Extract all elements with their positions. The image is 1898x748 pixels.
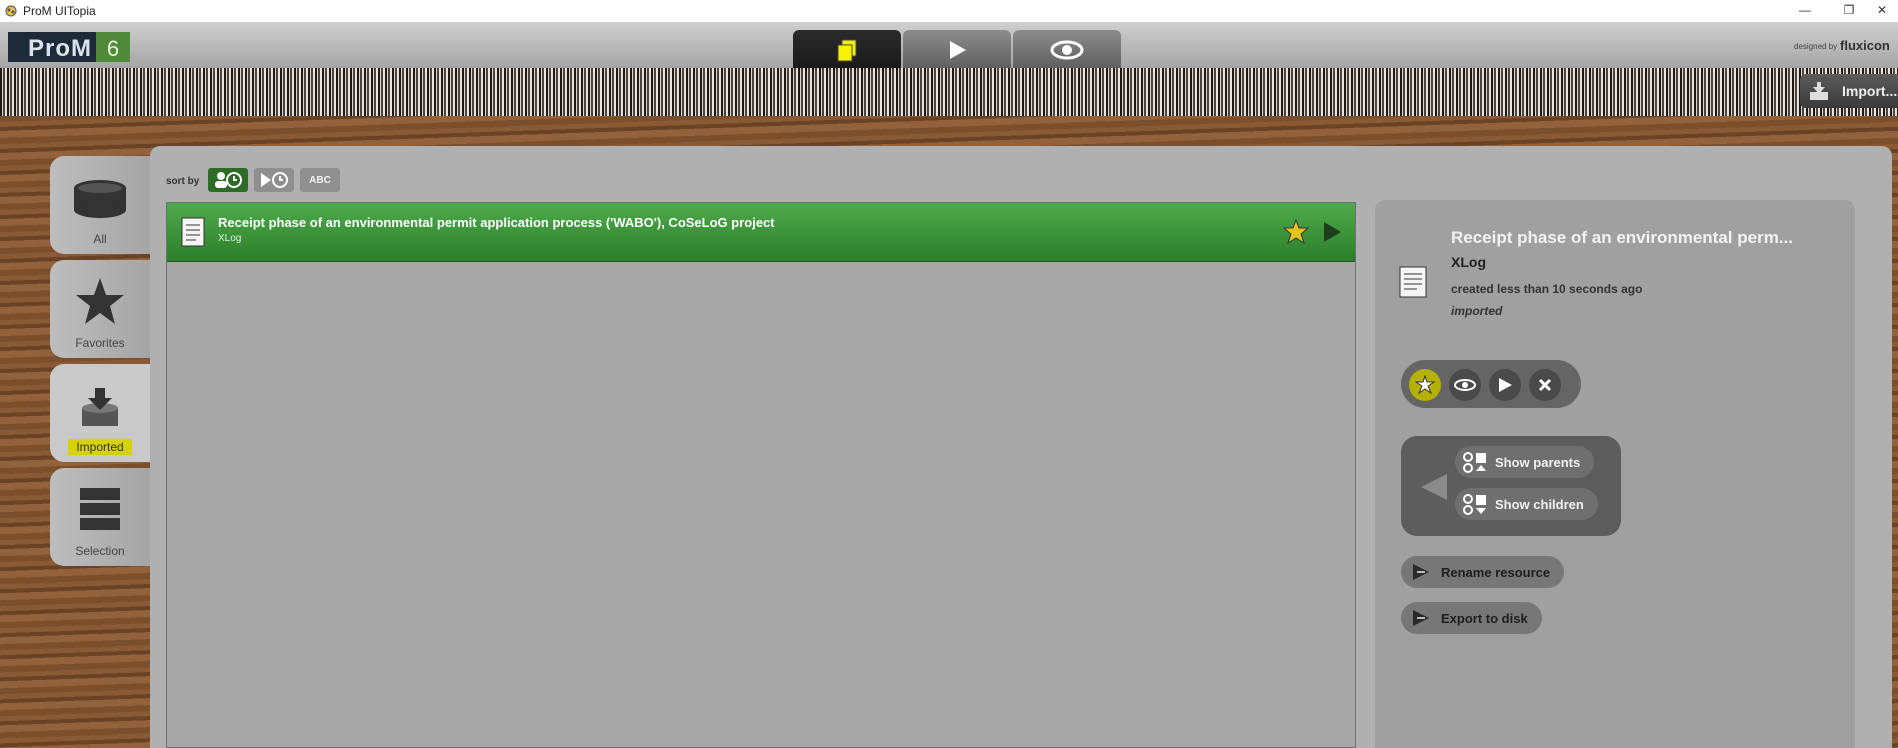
sort-by-label: sort by: [166, 176, 200, 187]
play-clock-icon: [261, 172, 288, 188]
database-icon: [74, 180, 126, 218]
sort-by-creation-button[interactable]: [208, 168, 248, 192]
sidebar-item-imported[interactable]: Imported: [50, 364, 150, 462]
resource-list: Receipt phase of an environmental permit…: [166, 202, 1356, 748]
sidebar-item-label: Selection: [75, 544, 125, 558]
tab-workspace[interactable]: [793, 30, 901, 70]
workspace-icon: [837, 39, 857, 62]
sort-alphabetical-button[interactable]: ABC: [300, 168, 340, 192]
close-window-button[interactable]: ✕: [1866, 0, 1898, 22]
export-icon: [1413, 610, 1429, 626]
selection-icon: [80, 488, 120, 530]
app-icon: [5, 5, 17, 17]
eye-icon: [1454, 379, 1476, 391]
logo-version: 6: [96, 32, 130, 62]
main-view-tabs: [793, 30, 1123, 70]
sidebar-item-label: Imported: [50, 439, 150, 455]
details-status: imported: [1451, 304, 1503, 318]
favorite-button[interactable]: [1409, 369, 1441, 401]
imported-icon: [82, 388, 118, 426]
close-icon: [1538, 378, 1552, 392]
show-children-label: Show children: [1495, 496, 1584, 512]
play-icon: [1499, 378, 1512, 392]
parents-icon: [1463, 452, 1486, 473]
resource-actions-bar: [1401, 360, 1581, 408]
show-parents-label: Show parents: [1495, 454, 1581, 470]
arrow-left-icon: [1421, 474, 1447, 500]
import-icon: [1810, 82, 1828, 100]
star-icon: [1415, 375, 1435, 395]
list-item[interactable]: Receipt phase of an environmental permit…: [167, 203, 1355, 262]
star-icon: [76, 278, 124, 324]
rename-resource-label: Rename resource: [1441, 564, 1551, 580]
tab-actions[interactable]: [903, 30, 1011, 70]
export-to-disk-button[interactable]: Export to disk: [1401, 602, 1542, 634]
sidebar-item-selection[interactable]: Selection: [50, 468, 150, 566]
import-button[interactable]: Import...: [1800, 74, 1898, 108]
sidebar-item-all[interactable]: All: [50, 156, 150, 254]
sidebar-item-label: Favorites: [75, 336, 125, 350]
details-created: created less than 10 seconds ago: [1451, 282, 1643, 296]
fluxicon-logo: fluxicon: [1840, 38, 1890, 53]
sidebar-item-label: All: [93, 232, 107, 246]
relations-box: Show parents Show children: [1401, 436, 1621, 536]
details-title: Receipt phase of an environmental perm..…: [1451, 228, 1793, 247]
details-type: XLog: [1451, 254, 1486, 270]
document-icon: [181, 217, 205, 247]
user-clock-icon: [215, 172, 242, 188]
run-button[interactable]: [1489, 369, 1521, 401]
sort-by-last-used-button[interactable]: [254, 168, 294, 192]
resource-details: Receipt phase of an environmental perm..…: [1375, 200, 1855, 748]
eye-icon: [1050, 40, 1084, 60]
minimize-button[interactable]: —: [1782, 0, 1828, 22]
rename-resource-button[interactable]: Rename resource: [1401, 556, 1565, 588]
run-action-icon[interactable]: [1322, 221, 1342, 243]
tab-views[interactable]: [1013, 30, 1121, 70]
window-titlebar: ProM UITopia — ❐ ✕: [0, 0, 1898, 22]
window-title: ProM UITopia: [23, 4, 96, 18]
sidebar-active-label: Imported: [68, 439, 132, 455]
header-band: [0, 68, 1898, 116]
rename-icon: [1413, 564, 1429, 580]
show-parents-button[interactable]: Show parents: [1455, 446, 1595, 478]
import-label: Import...: [1842, 83, 1898, 99]
sidebar-item-favorites[interactable]: Favorites: [50, 260, 150, 358]
export-to-disk-label: Export to disk: [1441, 610, 1528, 626]
favorite-star-icon[interactable]: [1283, 219, 1309, 245]
play-icon: [950, 41, 966, 59]
designed-by-label: designed by: [1794, 42, 1838, 51]
children-icon: [1463, 494, 1486, 515]
view-button[interactable]: [1449, 369, 1481, 401]
workspace-panel: sort by ABC Receipt phase of an environm…: [150, 146, 1892, 748]
document-icon: [1399, 266, 1427, 298]
prom-logo: ProM 6: [8, 32, 130, 62]
list-item-type: XLog: [218, 233, 242, 244]
logo-name: ProM: [8, 32, 96, 62]
show-children-button[interactable]: Show children: [1455, 488, 1598, 520]
delete-button[interactable]: [1529, 369, 1561, 401]
list-item-name: Receipt phase of an environmental permit…: [218, 215, 775, 230]
